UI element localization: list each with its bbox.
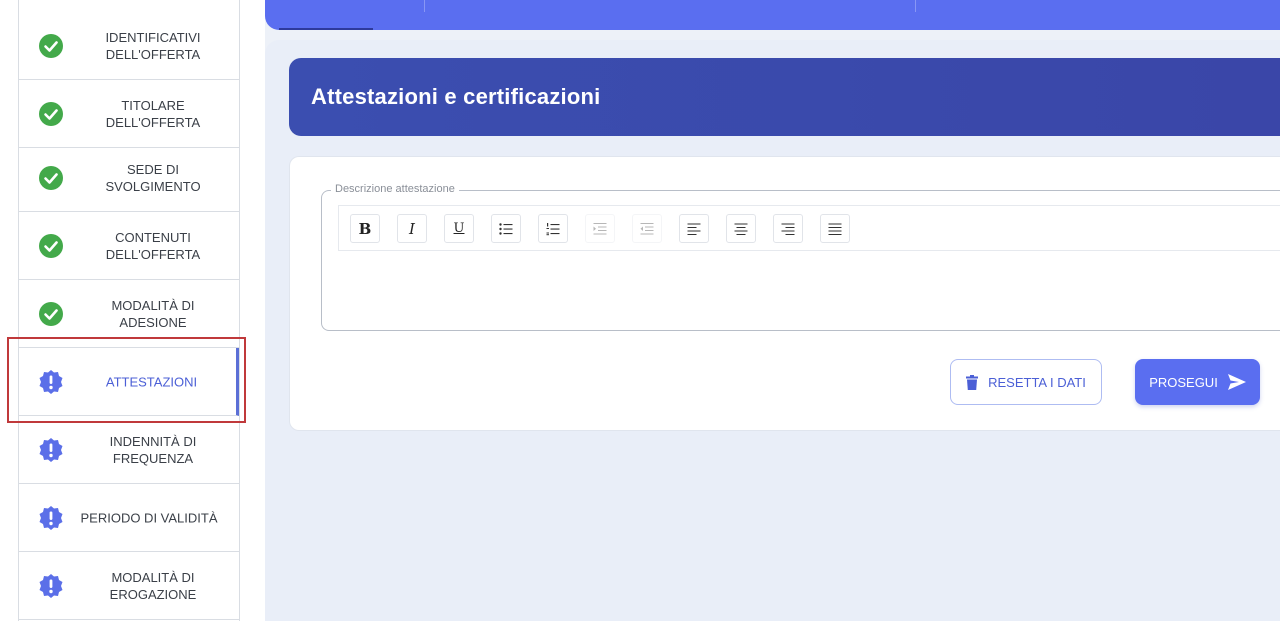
reset-label: RESETTA I DATI xyxy=(988,374,1086,390)
align-center-button[interactable] xyxy=(726,214,756,243)
continue-label: PROSEGUI xyxy=(1149,374,1218,390)
step-modalita-adesione[interactable]: MODALITÀ DI ADESIONE xyxy=(19,280,239,348)
top-tab-bar xyxy=(265,0,1280,30)
align-left-button[interactable] xyxy=(679,214,709,243)
step-attestazioni[interactable]: ATTESTAZIONI xyxy=(19,348,239,416)
outdent-button[interactable] xyxy=(632,214,662,243)
alert-badge-icon xyxy=(39,437,63,462)
align-center-icon xyxy=(734,223,748,235)
indent-button[interactable] xyxy=(585,214,615,243)
active-tab-indicator xyxy=(279,28,373,30)
bullet-list-button[interactable] xyxy=(491,214,521,243)
align-left-icon xyxy=(687,223,701,235)
underline-icon: U xyxy=(453,221,465,236)
send-icon xyxy=(1227,374,1246,390)
italic-icon: I xyxy=(409,219,415,238)
align-justify-icon xyxy=(828,223,842,235)
step-indennita[interactable]: INDENNITÀ DI FREQUENZA xyxy=(19,416,239,484)
editor-toolbar: B I U xyxy=(338,205,1280,251)
step-label: CONTENUTI DELL'OFFERTA xyxy=(105,229,201,262)
step-periodo-validita[interactable]: PERIODO DI VALIDITÀ xyxy=(19,484,239,552)
reset-data-button[interactable]: RESETTA I DATI xyxy=(950,359,1102,405)
step-identificativi[interactable]: IDENTIFICATIVI DELL'OFFERTA xyxy=(19,12,239,80)
step-label: IDENTIFICATIVI DELL'OFFERTA xyxy=(105,29,201,62)
italic-button[interactable]: I xyxy=(397,214,427,243)
tab-separator xyxy=(424,0,425,12)
check-circle-icon xyxy=(39,165,63,190)
alert-badge-icon xyxy=(39,505,63,530)
indent-icon xyxy=(593,222,607,234)
check-circle-icon xyxy=(39,101,63,126)
align-right-button[interactable] xyxy=(773,214,803,243)
step-modalita-erogazione[interactable]: MODALITÀ DI EROGAZIONE xyxy=(19,552,239,620)
step-label: PERIODO DI VALIDITÀ xyxy=(80,510,218,525)
align-right-icon xyxy=(781,223,795,235)
step-label: TITOLARE DELL'OFFERTA xyxy=(105,97,201,130)
section-header: Attestazioni e certificazioni xyxy=(289,58,1280,136)
check-circle-icon xyxy=(39,301,63,326)
underline-button[interactable]: U xyxy=(444,214,474,243)
alert-badge-icon xyxy=(39,369,63,394)
alert-badge-icon xyxy=(39,573,63,598)
trash-icon xyxy=(966,374,979,390)
numbered-list-icon xyxy=(546,222,560,235)
step-label: ATTESTAZIONI xyxy=(105,374,198,389)
step-label: SEDE DI SVOLGIMENTO xyxy=(105,161,201,194)
align-justify-button[interactable] xyxy=(820,214,850,243)
step-contenuti[interactable]: CONTENUTI DELL'OFFERTA xyxy=(19,212,239,280)
step-label: MODALITÀ DI EROGAZIONE xyxy=(109,569,197,602)
check-circle-icon xyxy=(39,33,63,58)
continue-button[interactable]: PROSEGUI xyxy=(1135,359,1260,405)
section-title: Attestazioni e certificazioni xyxy=(311,84,601,109)
step-titolare[interactable]: TITOLARE DELL'OFFERTA xyxy=(19,80,239,148)
check-circle-icon xyxy=(39,233,63,258)
bold-button[interactable]: B xyxy=(350,214,380,243)
steps-sidebar: IDENTIFICATIVI DELL'OFFERTA TITOLARE DEL… xyxy=(18,10,240,621)
bold-icon: B xyxy=(358,219,372,238)
sidebar-top-edge xyxy=(18,0,240,10)
step-label: INDENNITÀ DI FREQUENZA xyxy=(109,433,197,466)
tab-separator xyxy=(915,0,916,12)
bullet-list-icon xyxy=(499,222,513,235)
numbered-list-button[interactable] xyxy=(538,214,568,243)
step-label: MODALITÀ DI ADESIONE xyxy=(111,297,195,330)
outdent-icon xyxy=(640,222,654,234)
editor-legend: Descrizione attestazione xyxy=(331,183,459,195)
step-sede[interactable]: SEDE DI SVOLGIMENTO xyxy=(19,144,239,212)
